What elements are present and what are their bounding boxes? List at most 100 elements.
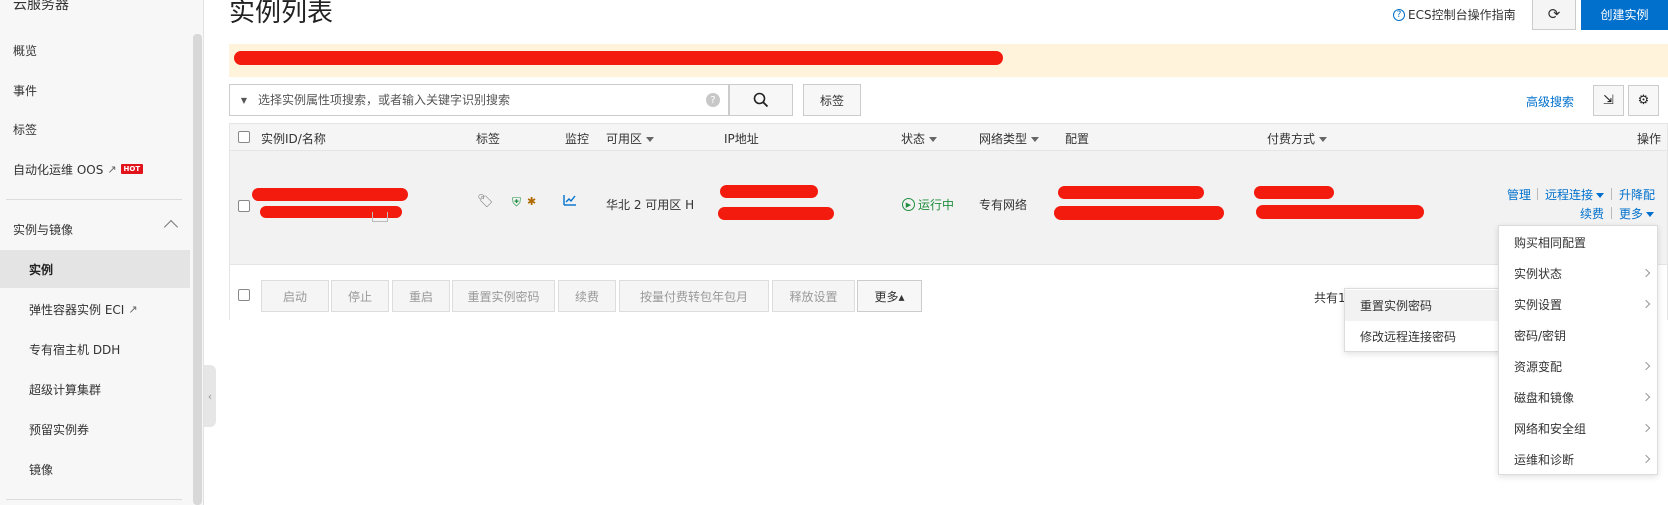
select-all-checkbox[interactable] <box>238 289 250 301</box>
redaction-mark <box>1058 186 1204 199</box>
sidebar-item-tags[interactable]: 标签 <box>0 110 190 148</box>
col-network-type[interactable]: 网络类型 <box>979 130 1040 147</box>
copy-icon[interactable] <box>372 212 388 222</box>
external-link-icon: ↗ <box>107 162 117 176</box>
zone-value: 华北 2 可用区 H <box>606 198 695 212</box>
caret-down-icon <box>1031 137 1040 142</box>
upgrade-link[interactable]: 升降配 <box>1619 186 1655 203</box>
col-monitor: 监控 <box>565 132 590 146</box>
tag-filter-button[interactable]: 标签 <box>803 84 861 116</box>
menu-item-ops-diagnosis[interactable]: 运维和诊断 <box>1499 444 1657 475</box>
sidebar-item-events[interactable]: 事件 <box>0 71 190 109</box>
col-tags: 标签 <box>476 132 501 146</box>
menu-item-label: 修改远程连接密码 <box>1360 330 1457 344</box>
menu-item-label: 购买相同配置 <box>1514 236 1587 250</box>
select-all-checkbox[interactable] <box>238 131 250 143</box>
settings-button[interactable]: ⚙ <box>1628 85 1659 116</box>
remote-connect-link[interactable]: 远程连接 <box>1545 186 1605 203</box>
caret-down-icon[interactable]: ▼ <box>230 96 258 105</box>
remote-connect-label: 远程连接 <box>1545 188 1594 202</box>
sidebar-item-label: 标签 <box>13 122 38 137</box>
more-actions-link[interactable]: 更多 <box>1619 205 1655 222</box>
menu-item-resource-change[interactable]: 资源变配 <box>1499 351 1657 382</box>
redaction-mark <box>1054 206 1224 220</box>
more-batch-button[interactable]: 更多▴ <box>857 280 922 312</box>
external-link-icon: ↗ <box>128 302 138 316</box>
menu-item-instance-status[interactable]: 实例状态 <box>1499 258 1657 289</box>
sidebar-item-ddh[interactable]: 专有宿主机 DDH <box>0 330 190 368</box>
search-button[interactable] <box>729 84 793 116</box>
caret-down-icon <box>1646 212 1655 217</box>
menu-item-reset-password[interactable]: 重置实例密码 <box>1345 290 1503 321</box>
refresh-button[interactable]: ⟳ <box>1532 0 1576 30</box>
row-more-menu: 购买相同配置 实例状态 实例设置 密码/密钥 资源变配 磁盘和镜像 网络和安全组… <box>1498 225 1658 475</box>
page-title: 实例列表 <box>229 0 334 28</box>
menu-item-label: 网络和安全组 <box>1514 422 1587 436</box>
col-id-name: 实例ID/名称 <box>261 132 326 146</box>
ecs-guide-link[interactable]: ? ECS控制台操作指南 <box>1393 6 1516 23</box>
shield-icon[interactable]: ⛨ <box>512 195 521 210</box>
menu-item-label: 重置实例密码 <box>1360 299 1433 313</box>
hot-badge: HOT <box>120 164 144 174</box>
sidebar-item-eci[interactable]: 弹性容器实例 ECI ↗ <box>0 290 190 328</box>
col-billing-label: 付费方式 <box>1267 132 1316 146</box>
renew-button[interactable]: 续费 <box>558 280 616 312</box>
stop-button[interactable]: 停止 <box>331 280 389 312</box>
sidebar-divider <box>6 499 182 500</box>
menu-item-disk-image[interactable]: 磁盘和镜像 <box>1499 382 1657 413</box>
redaction-mark <box>234 51 1003 65</box>
menu-item-password-key[interactable]: 密码/密钥 <box>1499 320 1657 351</box>
sidebar-item-reserved[interactable]: 预留实例券 <box>0 410 190 448</box>
help-icon[interactable]: ? <box>706 93 720 107</box>
sidebar-item-overview[interactable]: 概览 <box>0 31 190 69</box>
chevron-right-icon <box>1641 454 1651 464</box>
reset-password-button[interactable]: 重置实例密码 <box>452 280 555 312</box>
sidebar-collapse-handle[interactable]: ‹ <box>204 365 216 427</box>
col-status-label: 状态 <box>901 132 926 146</box>
redaction-mark <box>1254 186 1334 199</box>
export-button[interactable]: ⇲ <box>1593 85 1624 116</box>
menu-item-instance-settings[interactable]: 实例设置 <box>1499 289 1657 320</box>
renew-link[interactable]: 续费 <box>1580 205 1604 222</box>
col-billing[interactable]: 付费方式 <box>1267 130 1328 147</box>
menu-item-modify-remote-password[interactable]: 修改远程连接密码 <box>1345 321 1503 352</box>
col-status[interactable]: 状态 <box>901 130 938 147</box>
redaction-mark <box>718 207 834 220</box>
separator <box>1537 188 1538 200</box>
separator <box>1611 207 1612 219</box>
sidebar-item-label: 自动化运维 OOS <box>13 162 104 177</box>
plugin-icon[interactable]: ✱ <box>527 195 536 208</box>
tag-icon[interactable]: 🏷 <box>477 194 494 209</box>
chevron-right-icon <box>1641 392 1651 402</box>
caret-down-icon <box>1596 193 1605 198</box>
start-button[interactable]: 启动 <box>261 280 329 312</box>
more-actions-label: 更多 <box>1619 207 1644 221</box>
advanced-search-link[interactable]: 高级搜索 <box>1526 93 1574 110</box>
manage-link[interactable]: 管理 <box>1507 186 1531 203</box>
menu-item-label: 实例状态 <box>1514 267 1563 281</box>
running-icon: ▶ <box>902 198 915 211</box>
sidebar-item-oos[interactable]: 自动化运维 OOS ↗ HOT <box>0 150 190 188</box>
menu-item-label: 磁盘和镜像 <box>1514 391 1575 405</box>
sidebar-group-instances-images[interactable]: 实例与镜像 <box>0 213 190 245</box>
create-instance-button[interactable]: 创建实例 <box>1581 0 1668 30</box>
search-input[interactable] <box>258 93 706 107</box>
sidebar-item-images[interactable]: 镜像 <box>0 450 190 488</box>
release-settings-button[interactable]: 释放设置 <box>772 280 855 312</box>
sidebar-item-instances[interactable]: 实例 <box>0 250 190 288</box>
separator <box>1611 188 1612 200</box>
convert-billing-button[interactable]: 按量付费转包年包月 <box>619 280 769 312</box>
sidebar-group-label: 实例与镜像 <box>13 222 74 237</box>
menu-item-label: 密码/密钥 <box>1514 329 1567 343</box>
row-checkbox[interactable] <box>238 200 250 212</box>
monitor-chart-icon[interactable] <box>563 194 577 209</box>
chevron-left-icon: ‹ <box>207 389 213 403</box>
menu-item-buy-same[interactable]: 购买相同配置 <box>1499 227 1657 258</box>
sidebar-item-scc[interactable]: 超级计算集群 <box>0 370 190 408</box>
col-zone[interactable]: 可用区 <box>606 130 655 147</box>
menu-item-network-security[interactable]: 网络和安全组 <box>1499 413 1657 444</box>
sidebar-scrollbar[interactable] <box>193 34 202 505</box>
restart-button[interactable]: 重启 <box>392 280 450 312</box>
menu-item-label: 资源变配 <box>1514 360 1563 374</box>
status-badge: ▶ 运行中 <box>902 196 954 213</box>
